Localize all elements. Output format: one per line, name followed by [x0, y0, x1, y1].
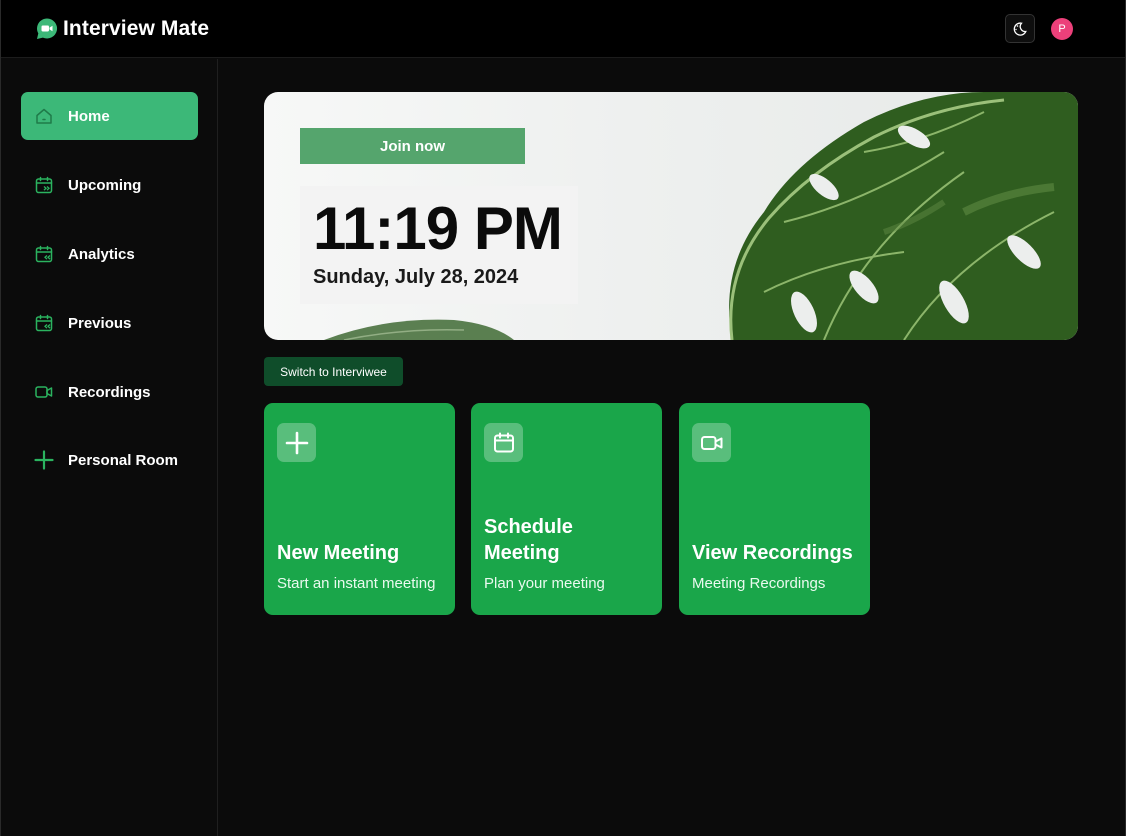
sidebar-item-label: Upcoming [68, 176, 142, 194]
card-subtitle: Start an instant meeting [277, 575, 436, 592]
plus-icon [285, 431, 308, 454]
card-title: View Recordings [692, 542, 853, 564]
calendar-icon [493, 432, 514, 452]
video-icon [35, 386, 53, 398]
current-date: Sunday, July 28, 2024 [313, 266, 519, 288]
calendar-back-icon [35, 245, 53, 263]
theme-toggle-button[interactable] [1005, 14, 1035, 43]
user-avatar[interactable]: P [1051, 18, 1073, 40]
sidebar-item-recordings[interactable]: Recordings [21, 368, 198, 416]
sidebar-item-label: Previous [68, 314, 132, 332]
schedule-meeting-card[interactable]: Schedule Meeting Plan your meeting [471, 403, 662, 615]
card-title: Schedule Meeting [484, 516, 573, 564]
chat-video-logo-icon [37, 17, 58, 39]
sidebar-item-analytics[interactable]: Analytics [21, 230, 198, 278]
home-icon [36, 108, 52, 124]
card-subtitle: Plan your meeting [484, 575, 605, 592]
current-time: 11:19 PM [313, 195, 563, 262]
sidebar-item-home[interactable]: Home [21, 92, 198, 140]
card-icon-box [692, 423, 731, 462]
calendar-back-icon [35, 314, 53, 332]
clock-panel: 11:19 PM Sunday, July 28, 2024 [300, 186, 578, 304]
sidebar-item-label: Analytics [68, 245, 135, 263]
card-title: New Meeting [277, 542, 400, 564]
sidebar-item-upcoming[interactable]: Upcoming [21, 161, 198, 209]
view-recordings-card[interactable]: View Recordings Meeting Recordings [679, 403, 870, 615]
app-title: Interview Mate [63, 16, 210, 40]
calendar-forward-icon [35, 176, 53, 194]
sidebar-item-previous[interactable]: Previous [21, 299, 198, 347]
new-meeting-card[interactable]: New Meeting Start an instant meeting [264, 403, 455, 615]
join-now-button[interactable]: Join now [300, 128, 525, 164]
video-icon [700, 435, 722, 450]
brand[interactable]: Interview Mate [35, 17, 209, 41]
card-icon-box [277, 423, 316, 462]
hero-banner: Join now 11:19 PM Sunday, July 28, 2024 [264, 92, 1078, 340]
sidebar: Home Upcoming Analytics Previous Recordi… [1, 59, 218, 836]
sidebar-item-label: Recordings [68, 383, 151, 401]
switch-role-button[interactable]: Switch to Interviwee [264, 357, 403, 386]
card-icon-box [484, 423, 523, 462]
app-window: Interview Mate P Home Upcoming Analytics… [0, 0, 1126, 836]
moon-icon [1013, 21, 1027, 36]
sidebar-item-personal-room[interactable]: Personal Room [21, 436, 198, 484]
top-bar: Interview Mate P [1, 0, 1125, 58]
card-subtitle: Meeting Recordings [692, 575, 826, 592]
plus-icon [34, 450, 54, 470]
sidebar-item-label: Personal Room [68, 451, 179, 469]
sidebar-item-label: Home [68, 107, 110, 125]
